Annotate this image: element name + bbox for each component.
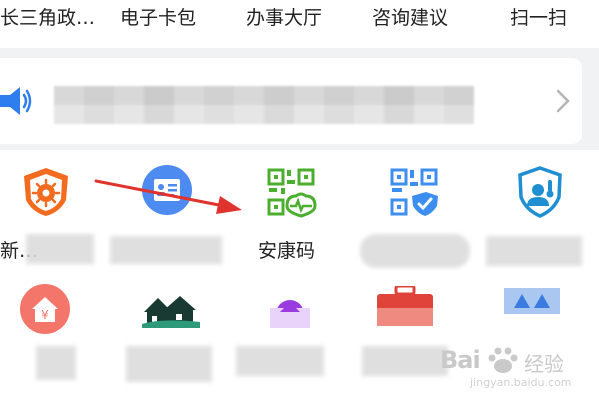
tab-yangtze-delta[interactable]: 长三角政… — [0, 4, 95, 32]
virus-shield-icon[interactable] — [20, 166, 72, 218]
qr-heart-shield-icon[interactable] — [388, 166, 440, 218]
blurred-label — [236, 346, 324, 376]
banner-icon[interactable] — [504, 288, 560, 314]
blurred-label — [126, 346, 212, 382]
notice-text-blurred — [54, 86, 474, 124]
paw-icon — [488, 347, 518, 373]
tab-consult-suggest[interactable]: 咨询建议 — [372, 4, 448, 32]
tab-service-hall[interactable]: 办事大厅 — [246, 4, 322, 32]
watermark-url: jingyan.baidu.com — [470, 376, 572, 389]
annotation-arrow-icon — [94, 179, 242, 214]
blurred-label — [110, 236, 222, 264]
blurred-label — [360, 234, 470, 268]
tab-scan[interactable]: 扫一扫 — [510, 4, 567, 32]
temperature-shield-icon[interactable] — [514, 166, 566, 218]
blurred-label — [36, 346, 76, 380]
blurred-label — [486, 236, 582, 266]
purple-badge-icon[interactable] — [270, 296, 310, 328]
top-tab-bar: 长三角政… 电子卡包 办事大厅 咨询建议 扫一扫 — [0, 0, 599, 48]
watermark-brand-cn: 经验 — [524, 352, 564, 376]
baidu-jingyan-watermark: Bai 经验 jingyan.baidu.com — [440, 340, 590, 400]
speaker-icon — [0, 87, 32, 115]
house-yuan-icon[interactable]: ¥ — [20, 284, 70, 334]
tab-e-card-wallet[interactable]: 电子卡包 — [120, 4, 196, 32]
briefcase-icon[interactable] — [377, 286, 433, 326]
health-qr-icon[interactable] — [265, 166, 317, 218]
watermark-brand: Bai — [440, 346, 481, 374]
houses-icon[interactable] — [142, 292, 200, 328]
blurred-label — [26, 234, 94, 264]
blurred-label — [362, 346, 448, 376]
chevron-right-icon[interactable] — [554, 88, 572, 114]
svg-text:¥: ¥ — [41, 308, 49, 322]
notice-bar[interactable] — [0, 58, 582, 144]
service-label-ankang-code: 安康码 — [258, 240, 316, 262]
